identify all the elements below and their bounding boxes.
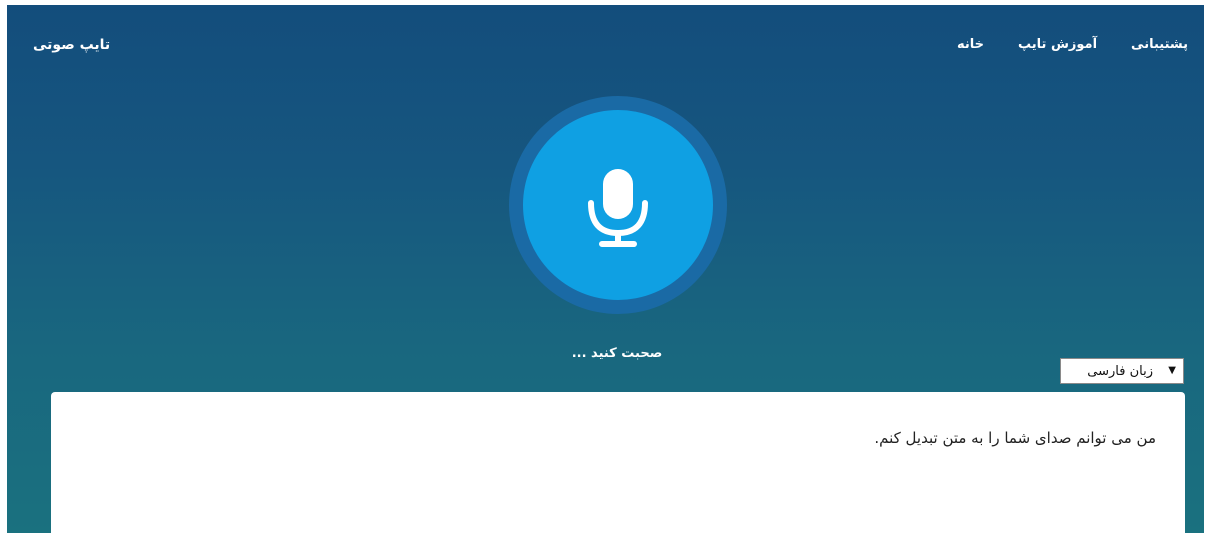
nav-support[interactable]: پشتیبانی <box>1131 37 1188 52</box>
site-title[interactable]: تایپ صوتی <box>33 37 110 53</box>
microphone-icon <box>588 169 648 247</box>
nav-typing-tutorial[interactable]: آموزش تایپ <box>1018 37 1097 52</box>
mic-button-ring <box>509 96 727 314</box>
transcript-text: من می توانم صدای شما را به متن تبدیل کنم… <box>874 429 1156 447</box>
mic-button[interactable] <box>523 110 713 300</box>
transcript-textarea[interactable]: من می توانم صدای شما را به متن تبدیل کنم… <box>51 392 1185 533</box>
app-container: تایپ صوتی پشتیبانی آموزش تایپ خانه صحبت … <box>7 5 1204 533</box>
speak-prompt: صحبت کنید ... <box>571 346 663 361</box>
nav-home[interactable]: خانه <box>957 37 984 52</box>
main-nav: پشتیبانی آموزش تایپ خانه <box>923 37 1188 52</box>
language-select[interactable]: زبان فارسی ▼ <box>1060 358 1184 384</box>
dropdown-arrow-icon: ▼ <box>1168 365 1176 376</box>
language-selected-value: زبان فارسی <box>1087 364 1153 379</box>
